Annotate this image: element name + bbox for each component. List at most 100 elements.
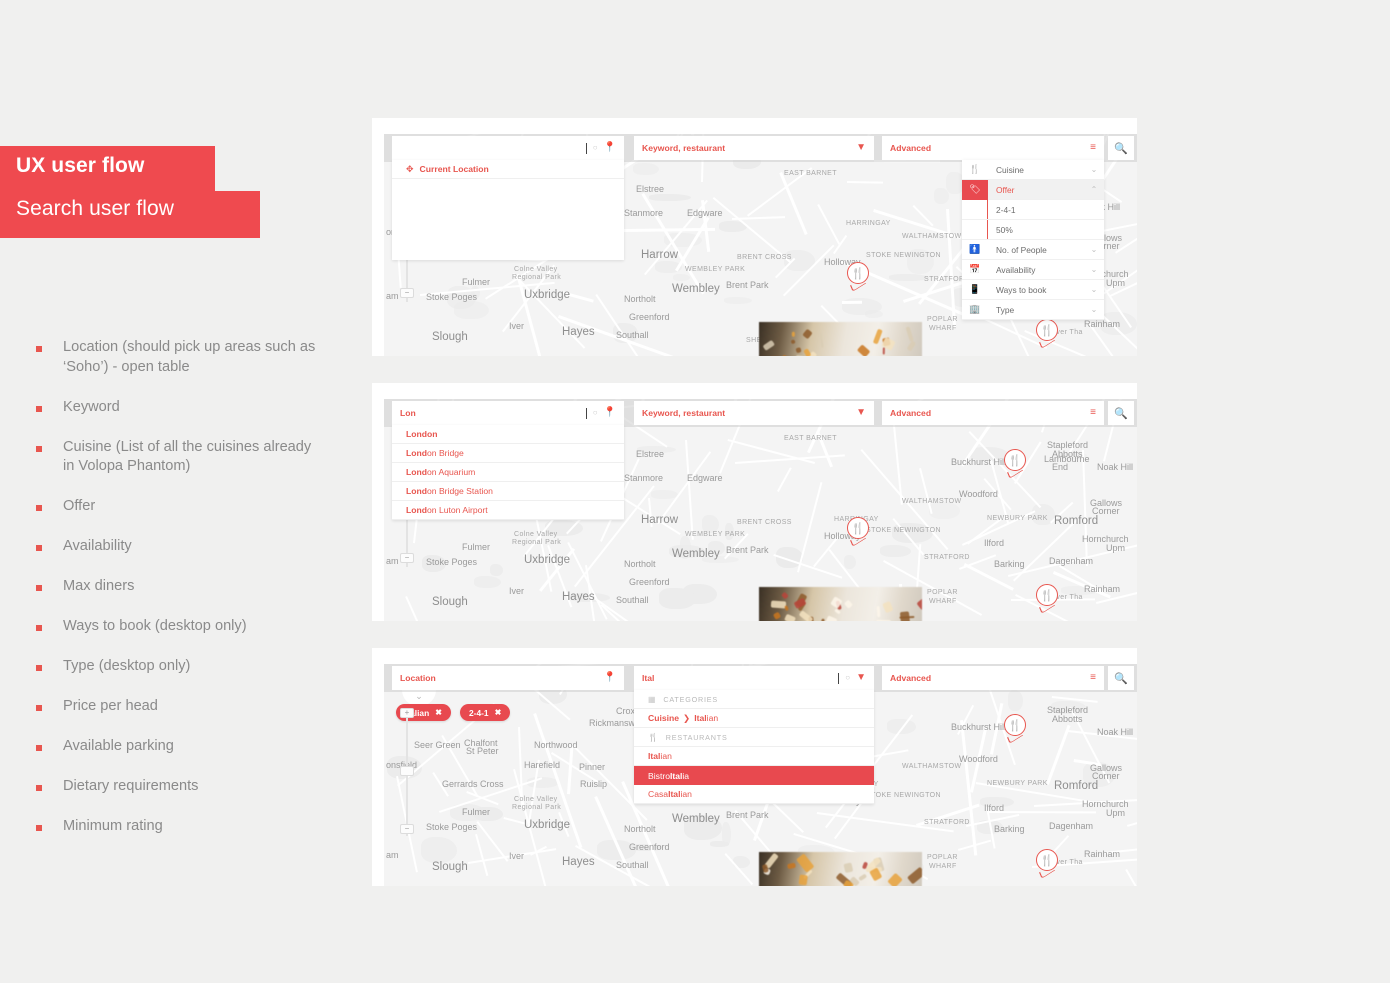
feature-list-item: Ways to book (desktop only) [36, 617, 336, 637]
zoom-out-button[interactable]: − [400, 288, 414, 298]
chevron-up-icon[interactable]: ⌃ [1084, 185, 1104, 194]
feature-list-item: Keyword [36, 398, 336, 418]
location-suggestion-item[interactable]: Lond on Bridge [392, 444, 624, 463]
photo-detail [781, 354, 791, 356]
advanced-filter-row-ways-to-book[interactable]: 📱 Ways to book ⌄ [962, 280, 1104, 300]
map-label: am [386, 850, 399, 860]
keyword-suggestion-item[interactable]: Ital ian [634, 747, 874, 766]
keyword-input-3[interactable]: Ital ○ ▼ [634, 666, 874, 690]
zoom-out-button[interactable]: − [400, 824, 414, 834]
keyword-suggestion-item[interactable]: Cuisine ❯ Ital ian [634, 709, 874, 728]
feature-list-item-label: Available parking [63, 738, 174, 755]
chevron-down-icon[interactable]: ⌄ [1084, 165, 1104, 174]
location-suggestion-item[interactable]: Lond on Bridge Station [392, 482, 624, 501]
photo-detail [780, 592, 789, 600]
text-caret [585, 142, 587, 154]
map-pin-icon[interactable]: 📍 [604, 143, 616, 153]
restaurant-map-pin[interactable]: 🍴 [1036, 319, 1058, 349]
search-button-2[interactable]: 🔍 [1108, 401, 1134, 425]
map-road [1081, 450, 1088, 567]
zoom-out-button[interactable]: − [400, 553, 414, 563]
chevron-down-icon[interactable]: ⌄ [1084, 305, 1104, 314]
advanced-filter-row-offer[interactable]: 🏷 Offer ⌃ [962, 179, 1104, 200]
advanced-filter-row-availability[interactable]: 📅 Availability ⌄ [962, 260, 1104, 280]
map-label: Wembley [672, 548, 720, 560]
zoom-in-button[interactable]: + [400, 708, 414, 718]
photo-detail [843, 599, 853, 609]
advanced-filter-row-no-of-people[interactable]: 🚹 No. of People ⌄ [962, 240, 1104, 260]
bullet-icon [36, 346, 42, 352]
location-suggestion-item[interactable]: Lond on Aquarium [392, 463, 624, 482]
chevron-down-icon[interactable]: ⌄ [1084, 285, 1104, 294]
advanced-toggle-2[interactable]: Advanced ≡ [882, 401, 1104, 425]
search-button-1[interactable]: 🔍 [1108, 136, 1134, 160]
restaurant-photo-card[interactable] [759, 587, 922, 621]
clear-icon[interactable]: ○ [593, 144, 598, 152]
restaurant-map-pin[interactable]: 🍴 [1036, 849, 1058, 879]
close-icon[interactable]: ✖ [435, 708, 442, 717]
location-dropdown-1[interactable]: ✥ Current Location [392, 160, 624, 260]
keyword-input-value: Keyword, restaurant [642, 143, 726, 153]
photo-detail [907, 340, 917, 352]
keyword-suggestions-dropdown-3[interactable]: ▦ CATEGORIES Cuisine ❯ Ital ian 🍴 RESTAURANTS It… [634, 690, 874, 804]
hamburger-icon[interactable]: ≡ [1090, 673, 1096, 683]
restaurant-map-pin[interactable]: 🍴 [1036, 584, 1058, 614]
location-input-1[interactable]: ○ 📍 [392, 136, 624, 160]
advanced-toggle-1[interactable]: Advanced ≡ [882, 136, 1104, 160]
advanced-filter-row-type[interactable]: 🏢 Type ⌄ [962, 300, 1104, 320]
photo-detail [905, 326, 915, 342]
restaurant-photo-card[interactable] [759, 322, 922, 356]
restaurant-photo-card[interactable] [759, 852, 922, 886]
map-label: STRATFORD [924, 819, 970, 826]
map-pin-icon[interactable]: 📍 [604, 673, 616, 683]
photo-detail [818, 332, 824, 348]
map-landmass [1008, 690, 1023, 711]
advanced-filter-row-cuisine[interactable]: 🍴 Cuisine ⌄ [962, 160, 1104, 180]
hamburger-icon[interactable]: ≡ [1090, 408, 1096, 418]
keyword-input-2[interactable]: Keyword, restaurant ▼ [634, 401, 874, 425]
location-suggestions-dropdown-2[interactable]: London Lond on Bridge Lond on Aquarium Lond on… [392, 425, 624, 520]
close-icon[interactable]: ✖ [495, 708, 502, 717]
restaurant-map-pin[interactable]: 🍴 [847, 517, 869, 547]
chevron-down-icon[interactable]: ⌄ [1084, 245, 1104, 254]
advanced-filter-option[interactable]: 50% [962, 220, 1104, 240]
map-pin-icon[interactable]: 📍 [604, 408, 616, 418]
photo-detail [834, 609, 841, 616]
location-suggestion-item[interactable]: Lond on Luton Airport [392, 501, 624, 520]
location-input-2[interactable]: Lon ○ 📍 [392, 401, 624, 425]
suggestion-rest-text: on Bridge [427, 448, 464, 458]
search-button-3[interactable]: 🔍 [1108, 666, 1134, 690]
clear-icon[interactable]: ○ [593, 409, 598, 417]
map-label: Iver [509, 851, 525, 861]
hamburger-icon[interactable]: ≡ [1090, 143, 1096, 153]
advanced-toggle-3[interactable]: Advanced ≡ [882, 666, 1104, 690]
location-input-3[interactable]: Location 📍 [392, 666, 624, 690]
restaurant-map-pin[interactable]: 🍴 [847, 262, 869, 292]
dropdown-item-current-location[interactable]: ✥ Current Location [392, 160, 624, 179]
map-label: HARRINGAY [846, 220, 891, 227]
funnel-icon[interactable]: ▼ [856, 673, 866, 683]
clear-icon[interactable]: ○ [845, 674, 850, 682]
photo-detail [907, 866, 922, 885]
advanced-filter-panel-1[interactable]: 🍴 Cuisine ⌄ 🏷 Offer ⌃ 2-4-1 50% 🚹 No. of People ⌄ 📅… [962, 160, 1104, 320]
advanced-filter-option[interactable]: 2-4-1 [962, 200, 1104, 220]
map-label: Northolt [624, 294, 656, 304]
location-suggestion-item[interactable]: London [392, 425, 624, 444]
restaurant-map-pin[interactable]: 🍴 [1004, 449, 1026, 479]
feature-list-item: Location (should pick up areas such as ‘… [36, 338, 336, 377]
keyword-input-1[interactable]: Keyword, restaurant ▼ [634, 136, 874, 160]
map-label: Slough [432, 596, 468, 608]
suggestion-prefix-text: Cuisine [648, 713, 680, 723]
zoom-slider-handle[interactable] [400, 766, 414, 776]
restaurant-map-pin[interactable]: 🍴 [1004, 714, 1026, 744]
keyword-suggestion-item[interactable]: Bistro Ital ia [634, 766, 874, 785]
keyword-suggestion-item[interactable]: Casa Ital ian [634, 785, 874, 804]
funnel-icon[interactable]: ▼ [856, 408, 866, 418]
map-label: Dagenham [1049, 821, 1094, 831]
map-label: Wembley [672, 283, 720, 295]
map-label: Gerrards Cross [442, 779, 504, 789]
map-zoom-slider-3[interactable]: + − [400, 708, 414, 836]
chevron-down-icon[interactable]: ⌄ [1084, 265, 1104, 274]
filter-chip-offer[interactable]: 2-4-1 ✖ [460, 704, 511, 721]
funnel-icon[interactable]: ▼ [856, 143, 866, 153]
